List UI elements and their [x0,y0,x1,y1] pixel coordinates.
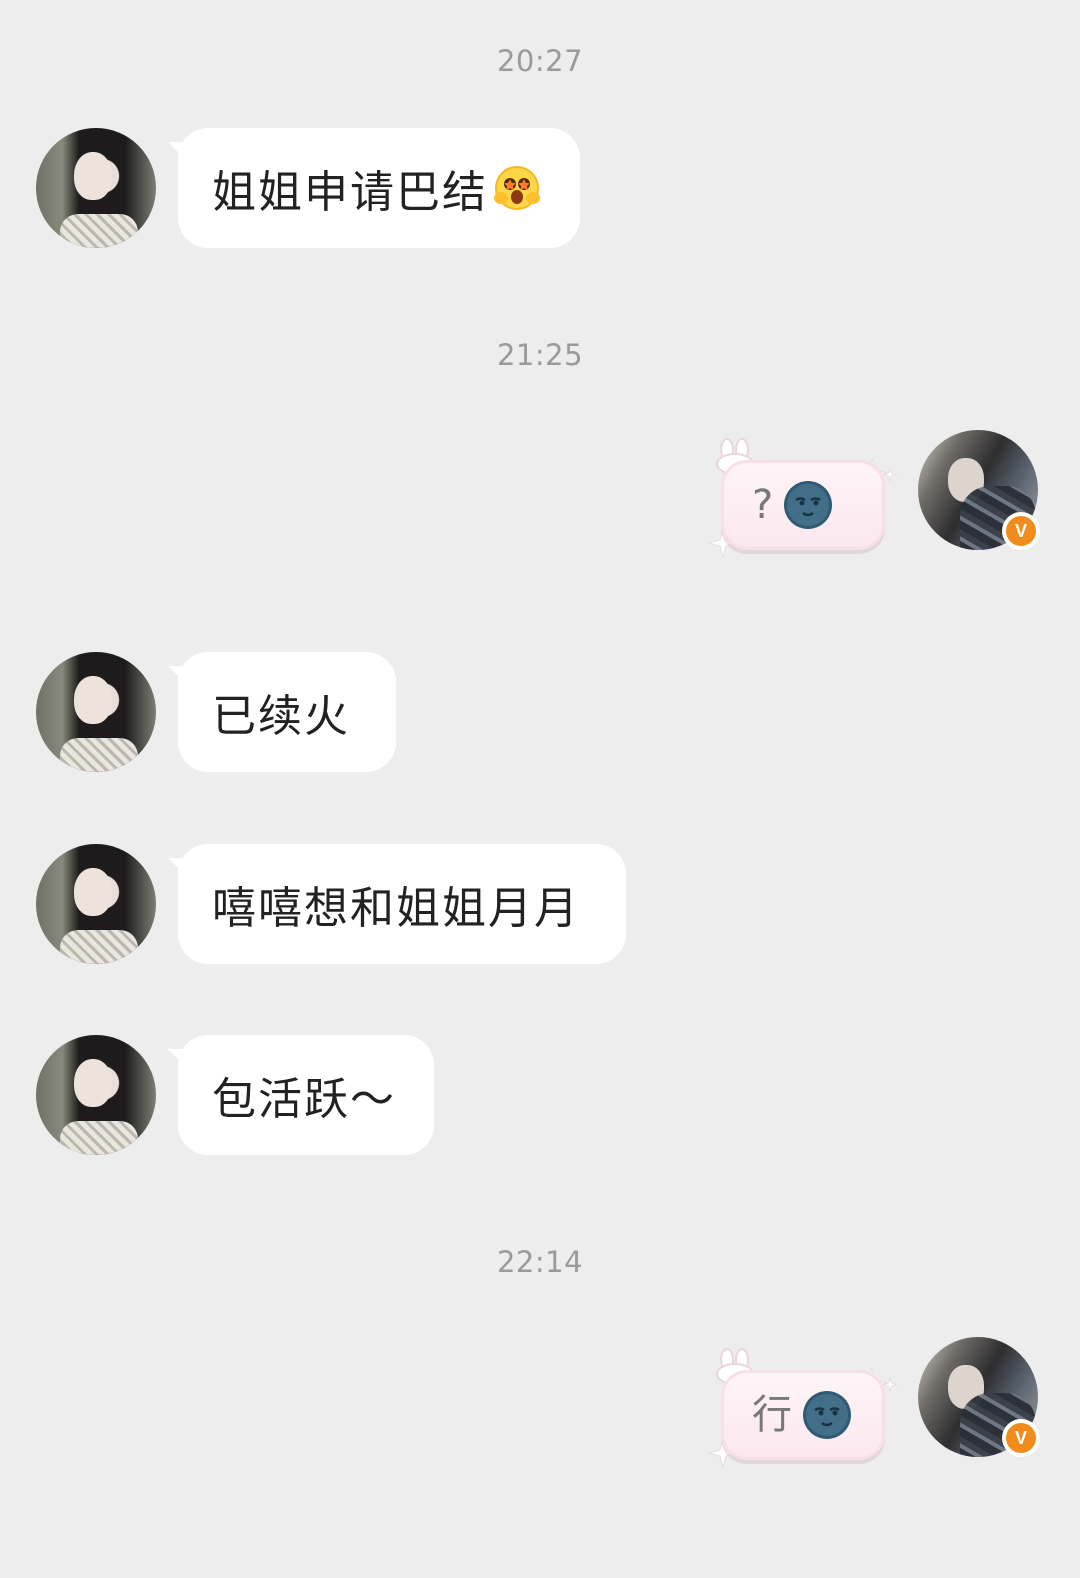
verified-badge: V [1002,1419,1040,1457]
message-text: 已续火 [212,691,350,742]
contact-avatar[interactable] [36,1035,156,1155]
message-text: 包活跃～ [212,1074,396,1125]
avatar-photo [36,1035,156,1155]
message-text: 嘻嘻想和姐姐月月 [212,883,580,934]
outgoing-message-bubble-wrapper[interactable]: 行 [708,1348,898,1468]
message-text: ? [752,482,774,528]
moon-face-emoji-icon [784,481,833,529]
avatar-photo [36,652,156,772]
incoming-message-bubble[interactable]: 已续火 [178,652,396,772]
avatar-photo [36,128,156,248]
message-text: 行 [752,1392,792,1438]
contact-avatar[interactable] [36,844,156,964]
incoming-message-bubble[interactable]: 嘻嘻想和姐姐月月 [178,844,626,964]
avatar-photo [36,844,156,964]
user-avatar[interactable]: V [918,1337,1040,1457]
outgoing-message-bubble-wrapper[interactable]: ? [708,438,898,558]
message-timestamp: 20:27 [496,44,584,78]
verified-badge: V [1002,512,1040,550]
moon-face-emoji-icon [803,1391,851,1439]
user-avatar[interactable]: V [918,430,1040,550]
incoming-message-bubble[interactable]: 姐姐申请巴结 [178,128,580,248]
verified-badge-label: V [1006,516,1036,546]
outgoing-message-bubble[interactable]: 行 [721,1370,885,1460]
message-timestamp: 21:25 [496,338,584,372]
incoming-message-bubble[interactable]: 包活跃～ [178,1035,434,1155]
message-timestamp: 22:14 [496,1245,584,1279]
message-text: 姐姐申请巴结 [212,167,488,218]
contact-avatar[interactable] [36,128,156,248]
grinning-hug-emoji-icon [494,166,540,210]
contact-avatar[interactable] [36,652,156,772]
outgoing-message-bubble[interactable]: ? [721,460,885,550]
verified-badge-label: V [1006,1423,1036,1453]
